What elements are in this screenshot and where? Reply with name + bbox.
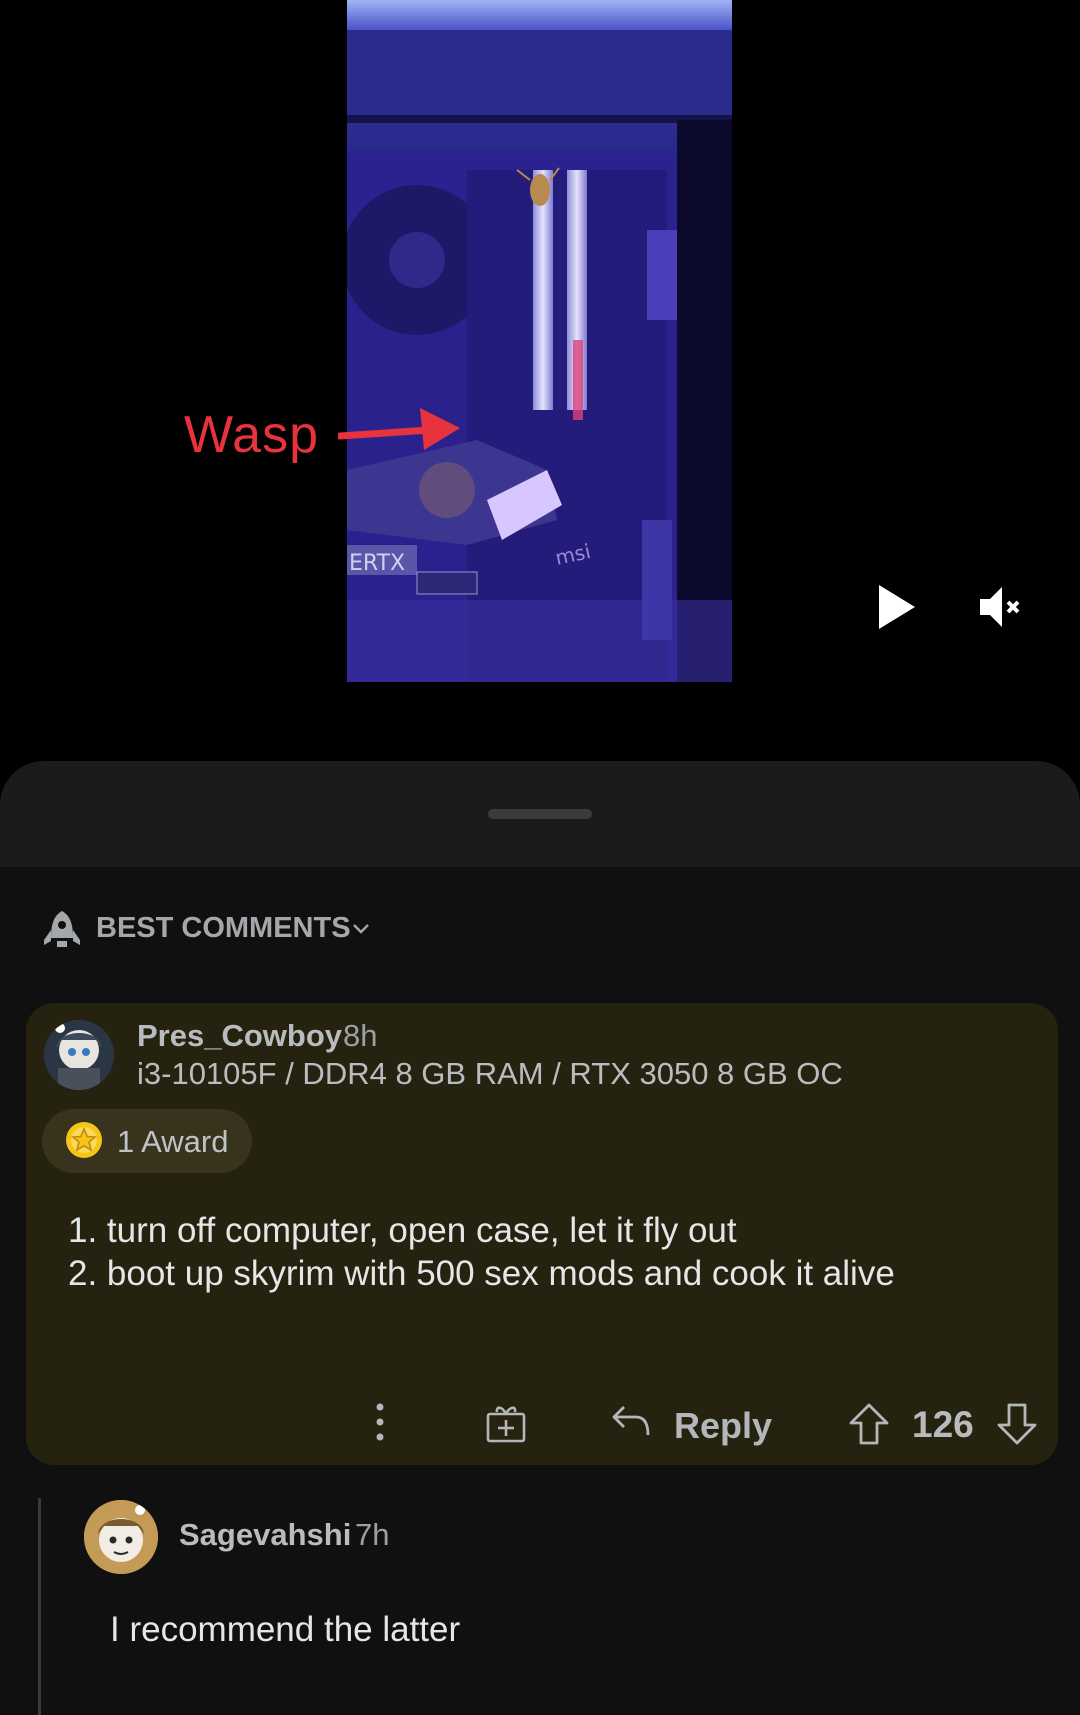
annotation-arrow-icon [338,408,460,450]
reply-button[interactable]: Reply [610,1399,773,1449]
star-award-icon [66,1122,102,1158]
pc-case-photo[interactable]: ERTX msi [347,0,732,682]
avatar[interactable] [84,1500,158,1574]
reply-arrow-icon [612,1406,650,1436]
rocket-icon [44,911,80,947]
sort-dropdown[interactable]: BEST COMMENTS [96,912,351,945]
downvote-icon[interactable] [996,1402,1038,1446]
chevron-down-icon[interactable] [352,922,370,936]
thread-line[interactable] [38,1498,41,1715]
comment-timestamp: 8h [343,1018,378,1053]
comment-timestamp: 7h [355,1517,390,1552]
avatar[interactable] [44,1020,114,1090]
upvote-icon[interactable] [848,1402,890,1446]
award-count: 1 Award [117,1124,229,1159]
comment-body: I recommend the latter [110,1610,461,1649]
mute-icon[interactable] [978,585,1024,629]
reply-label: Reply [674,1405,773,1446]
comment-body: 1. turn off computer, open case, let it … [68,1209,895,1295]
user-flair: i3-10105F / DDR4 8 GB RAM / RTX 3050 8 G… [137,1056,843,1091]
vote-score: 126 [912,1404,974,1445]
media-viewer: ERTX msi Wasp [0,0,1080,760]
sheet-drag-handle[interactable] [488,809,592,819]
gift-award-icon[interactable] [484,1402,528,1444]
comment-line: 2. boot up skyrim with 500 sex mods and … [68,1254,895,1293]
svg-text:ERTX: ERTX [349,551,405,576]
comment-line: 1. turn off computer, open case, let it … [68,1211,737,1250]
play-icon[interactable] [875,583,919,631]
wasp-annotation-label: Wasp [184,406,319,464]
comment-author[interactable]: Pres_Cowboy [137,1018,342,1054]
comment-author[interactable]: Sagevahshi [179,1517,351,1553]
more-options-icon[interactable] [370,1402,390,1442]
